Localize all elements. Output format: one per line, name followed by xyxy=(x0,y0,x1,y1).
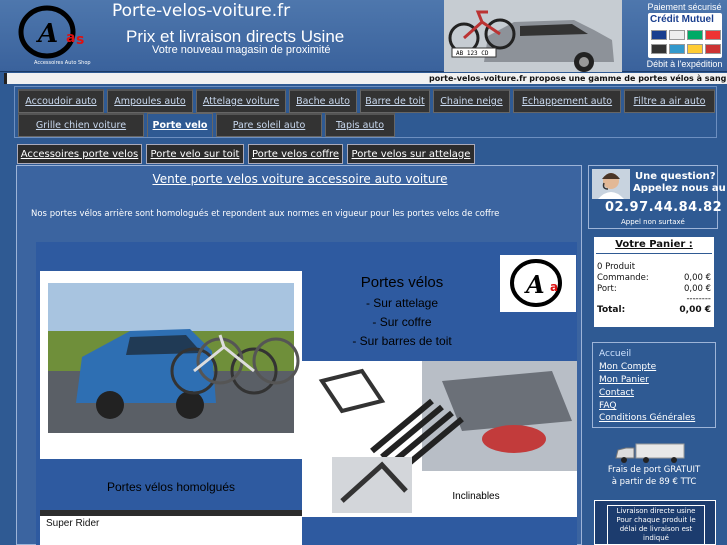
inclinables-label: Inclinables xyxy=(433,487,519,505)
cb-card-icon xyxy=(669,30,685,40)
subtab-coffre[interactable]: Porte velos coffre xyxy=(248,144,343,164)
amex-card-icon xyxy=(687,30,703,40)
intro-text: Nos portes vélos arrière sont homologués… xyxy=(31,209,500,219)
truck-icon xyxy=(615,443,685,463)
site-name[interactable]: Porte-velos-voiture.fr xyxy=(112,1,290,21)
cart-total-label: Total: xyxy=(597,305,626,315)
ticker-text: porte-velos-voiture.fr propose une gamme… xyxy=(429,74,727,83)
menu-contact[interactable]: Contact xyxy=(599,388,634,398)
nav-tab-ampoules[interactable]: Ampoules auto xyxy=(107,89,193,113)
cart-product-count: 0 Produit xyxy=(597,262,711,272)
delivery-line-4: indiqué xyxy=(643,534,669,542)
subtab-attelage[interactable]: Porte velos sur attelage xyxy=(347,144,475,164)
cart-separator: -------- xyxy=(597,294,711,304)
account-menu: Accueil Mon Compte Mon Panier Contact FA… xyxy=(592,342,716,428)
nav-tab-grille-chien[interactable]: Grille chien voiture xyxy=(18,113,144,137)
credit-mutuel-logo: Crédit Mutuel xyxy=(650,14,714,25)
shipping-text: Frais de port GRATUIT à partir de 89 € T… xyxy=(592,464,716,488)
nav-tab-chaine-neige[interactable]: Chaine neige xyxy=(433,89,510,113)
super-rider-label: Super Rider xyxy=(46,518,100,529)
svg-text:A: A xyxy=(524,270,545,299)
shipping-line-1: Frais de port GRATUIT xyxy=(607,465,701,475)
svg-text:AB 123 CD: AB 123 CD xyxy=(456,50,489,57)
cart-total-row: Total: 0,00 € xyxy=(597,305,711,315)
delivery-text: Livraison directe usine Pour chaque prod… xyxy=(607,505,705,545)
nav-tab-barre-toit[interactable]: Barre de toit xyxy=(360,89,430,113)
delivery-line-3: délai de livraison est xyxy=(619,525,693,533)
contact-question: Une question? xyxy=(635,171,716,182)
subtab-toit[interactable]: Porte velo sur toit xyxy=(146,144,244,164)
cart-title[interactable]: Votre Panier : xyxy=(594,239,714,250)
cart-divider xyxy=(596,253,712,254)
svg-text:a: a xyxy=(66,30,75,46)
menu-mon-compte[interactable]: Mon Compte xyxy=(599,362,656,372)
promo-line-toit: - Sur barres de toit xyxy=(352,334,452,348)
promo-heading: Portes vélos xyxy=(360,274,444,291)
jcb-card-icon xyxy=(705,44,721,54)
maestro-card-icon xyxy=(651,44,667,54)
payment-secure-label: Paiement sécurisé xyxy=(647,2,722,12)
visa-card-icon xyxy=(651,30,667,40)
cart-order-row: Commande: 0,00 € xyxy=(597,273,711,283)
shopping-cart: Votre Panier : 0 Produit Commande: 0,00 … xyxy=(592,235,716,329)
menu-accueil[interactable]: Accueil xyxy=(599,349,631,359)
nav-tab-filtre-air[interactable]: Filtre a air auto xyxy=(624,89,715,113)
cart-separator-text: -------- xyxy=(686,294,711,304)
svg-text:s: s xyxy=(76,32,84,48)
cart-order-value: 0,00 € xyxy=(683,273,711,283)
promo-line-coffre: - Sur coffre xyxy=(372,315,432,329)
promo-logo-icon: A a xyxy=(500,255,576,312)
contact-box: Une question? Appelez nous au 02.97.44.8… xyxy=(588,165,726,229)
promo-text: Portes vélos - Sur attelage - Sur coffre… xyxy=(302,242,502,358)
car-bike-rack-photo xyxy=(40,271,302,459)
nav-tab-bache[interactable]: Bache auto xyxy=(289,89,357,113)
super-rider-banner: Super Rider xyxy=(40,510,302,545)
cart-port-row: Port: 0,00 € xyxy=(597,284,711,294)
nav-tab-echappement[interactable]: Echappement auto xyxy=(513,89,621,113)
support-agent-icon xyxy=(592,169,630,199)
payment-info: Paiement sécurisé Crédit Mutuel Débit à … xyxy=(642,0,727,72)
page-title[interactable]: Vente porte velos voiture accessoire aut… xyxy=(17,172,583,186)
contact-note: Appel non surtaxé xyxy=(621,218,685,226)
delivery-line-1: Livraison directe usine xyxy=(616,507,696,515)
payment-debit-label: Débit à l'expédition xyxy=(646,59,723,69)
nav-tab-pare-soleil[interactable]: Pare soleil auto xyxy=(216,113,322,137)
cart-port-value: 0,00 € xyxy=(683,284,711,294)
news-ticker: porte-velos-voiture.fr propose une gamme… xyxy=(4,73,727,84)
nav-tab-accoudoir[interactable]: Accoudoir auto xyxy=(18,89,104,113)
shipping-line-2: à partir de 89 € TTC xyxy=(611,477,697,487)
cart-product-count-text: 0 Produit xyxy=(597,262,636,272)
header-car-image: AB 123 CD xyxy=(444,0,622,72)
aurore-card-icon xyxy=(687,44,703,54)
ecard-icon xyxy=(669,44,685,54)
delivery-info: Livraison directe usine Pour chaque prod… xyxy=(594,500,716,545)
free-shipping-info: Frais de port GRATUIT à partir de 89 € T… xyxy=(592,438,716,490)
mastercard-icon xyxy=(705,30,721,40)
payment-logos: Crédit Mutuel xyxy=(648,13,722,58)
nav-tab-tapis[interactable]: Tapis auto xyxy=(325,113,395,137)
main-content: Vente porte velos voiture accessoire aut… xyxy=(16,165,582,545)
menu-faq[interactable]: FAQ xyxy=(599,401,616,411)
nav-tab-porte-velo[interactable]: Porte velo xyxy=(147,113,213,137)
site-logo[interactable]: A a s Accessoires Auto Shop xyxy=(14,4,100,68)
svg-text:Accessoires Auto Shop: Accessoires Auto Shop xyxy=(34,60,91,66)
site-subslogan: Votre nouveau magasin de proximité xyxy=(152,44,331,56)
svg-text:A: A xyxy=(35,19,58,49)
promo-line-attelage: - Sur attelage xyxy=(365,296,439,310)
menu-mon-panier[interactable]: Mon Panier xyxy=(599,375,649,385)
contact-phone[interactable]: 02.97.44.84.82 xyxy=(605,200,722,215)
site-header: A a s Accessoires Auto Shop Porte-velos-… xyxy=(0,0,727,72)
nav-tab-attelage[interactable]: Attelage voiture xyxy=(196,89,286,113)
svg-text:a: a xyxy=(550,280,558,294)
promo-caption: Portes vélos homolgués xyxy=(106,480,236,494)
subtab-accessoires[interactable]: Accessoires porte velos xyxy=(17,144,142,164)
cart-port-label: Port: xyxy=(597,284,617,294)
delivery-line-2: Pour chaque produit le xyxy=(616,516,696,524)
cart-total-value: 0,00 € xyxy=(679,305,711,315)
cart-order-label: Commande: xyxy=(597,273,649,283)
menu-conditions[interactable]: Conditions Générales xyxy=(599,413,695,423)
contact-call-label: Appelez nous au xyxy=(633,183,726,194)
